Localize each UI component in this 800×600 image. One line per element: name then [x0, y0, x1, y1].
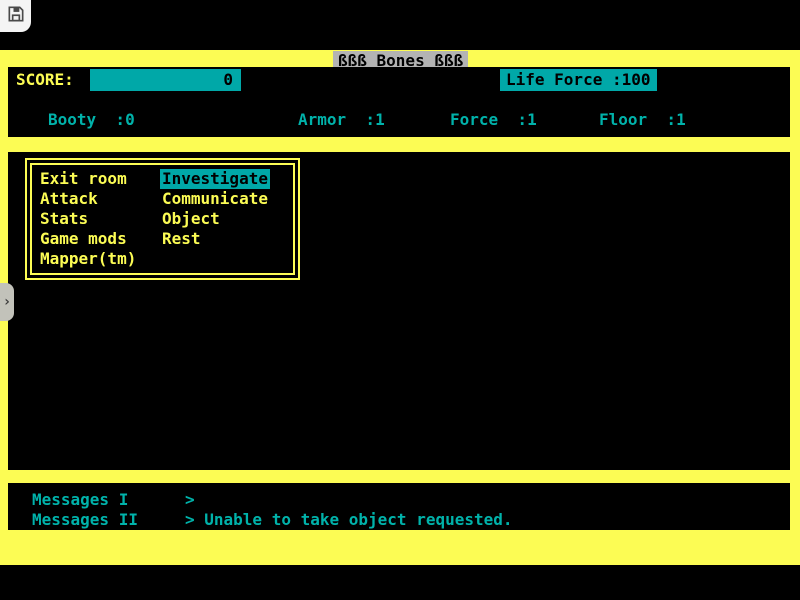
score-bar: 0 [90, 69, 241, 91]
side-drawer-handle[interactable]: › [0, 283, 14, 321]
menu-item-investigate[interactable]: Investigate [160, 169, 270, 189]
stat-booty: Booty :0 [48, 110, 135, 129]
messages-2-content: > Unable to take object requested. [185, 510, 513, 529]
menu-item-exit-room[interactable]: Exit room [40, 169, 127, 189]
stat-floor: Floor :1 [599, 110, 686, 129]
life-force-badge: Life Force :100 [500, 69, 657, 91]
menu-item-game-mods[interactable]: Game mods [40, 229, 127, 249]
game-window: ßßß Bones ßßß SCORE: 0 Life Force :100 B… [0, 0, 800, 600]
chevron-right-icon: › [3, 294, 11, 310]
menu-item-communicate[interactable]: Communicate [162, 189, 268, 209]
menu-item-attack[interactable]: Attack [40, 189, 98, 209]
main-viewport: Exit room Attack Stats Game mods Mapper(… [8, 152, 790, 470]
save-button[interactable] [0, 0, 31, 32]
stat-armor: Armor :1 [298, 110, 385, 129]
messages-1-content: > [185, 490, 195, 509]
score-value: 0 [223, 70, 233, 89]
command-menu: Exit room Attack Stats Game mods Mapper(… [25, 158, 300, 280]
menu-item-rest[interactable]: Rest [162, 229, 201, 249]
menu-item-mapper[interactable]: Mapper(tm) [40, 249, 136, 269]
messages-2-label: Messages II [32, 510, 138, 529]
status-panel: SCORE: 0 Life Force :100 Booty :0 Armor … [8, 67, 790, 137]
game-screen: ßßß Bones ßßß SCORE: 0 Life Force :100 B… [0, 50, 800, 565]
score-label: SCORE: [16, 70, 74, 89]
floppy-disk-icon [6, 4, 26, 28]
menu-item-stats[interactable]: Stats [40, 209, 88, 229]
menu-column-2: Investigate Communicate Object Rest [162, 169, 270, 273]
menu-item-object[interactable]: Object [162, 209, 220, 229]
menu-column-1: Exit room Attack Stats Game mods Mapper(… [40, 169, 162, 273]
messages-1-label: Messages I [32, 490, 128, 509]
stat-force: Force :1 [450, 110, 537, 129]
messages-panel: Messages I > Messages II > Unable to tak… [8, 483, 790, 530]
